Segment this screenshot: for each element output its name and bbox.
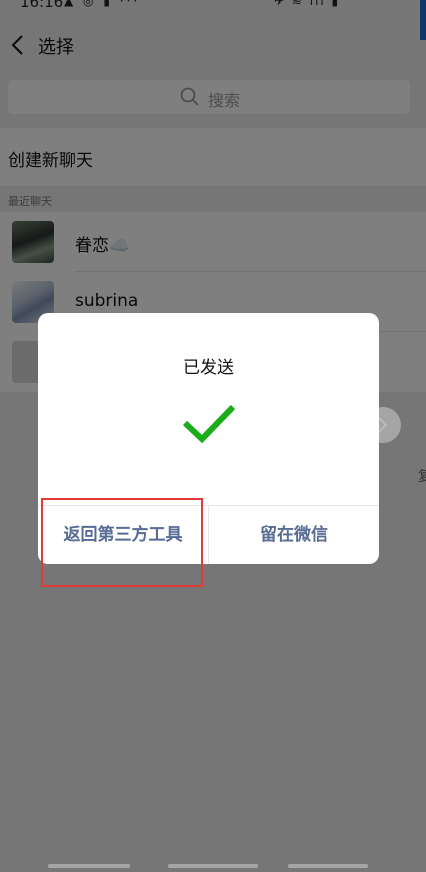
nav-handle [288, 864, 368, 868]
stay-in-wechat-button[interactable]: 留在微信 [209, 506, 379, 564]
nav-handle [168, 864, 258, 868]
dialog-title: 已发送 [183, 358, 234, 378]
highlight-annotation [41, 498, 203, 587]
edge-text: 复 [418, 469, 426, 485]
nav-handle [48, 864, 130, 868]
checkmark-icon [182, 404, 236, 444]
